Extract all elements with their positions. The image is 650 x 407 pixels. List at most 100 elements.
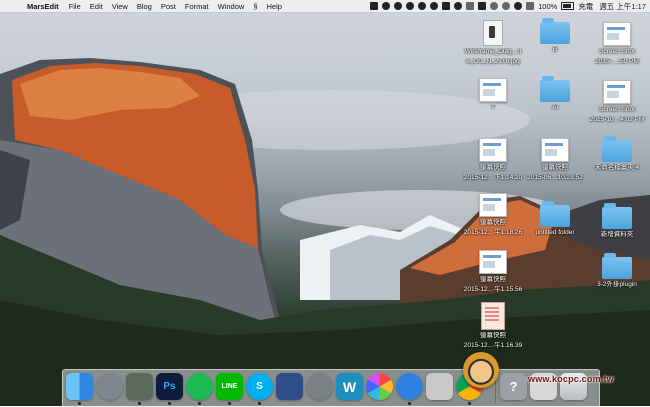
menu-blog[interactable]: Blog <box>137 2 152 11</box>
dock-line-icon[interactable]: LINE <box>216 373 243 400</box>
desktop-icon-shot-4[interactable]: 螢幕快照 2015-12…午1.15.56 <box>462 250 524 294</box>
desktop-icon-folder-ai[interactable]: Ai <box>524 76 586 112</box>
desktop-icon-label: e_CC_N_2.0.6.jpg <box>466 58 520 65</box>
menu-clock[interactable]: 週五 上午1:17 <box>599 1 646 12</box>
dock-photoshop-icon[interactable]: Ps <box>156 373 183 400</box>
menu-post[interactable]: Post <box>161 2 176 11</box>
desktop-icon-label: 2015-12…午1.16.39 <box>463 342 523 349</box>
running-indicator <box>228 402 231 405</box>
running-indicator <box>198 402 201 405</box>
menu-format[interactable]: Format <box>185 2 209 11</box>
dock-wordpress-icon[interactable]: W <box>336 373 363 400</box>
desktop-icon-label: 2015-12…午1.18.26 <box>463 229 523 236</box>
desktop-icon-label: 螢幕快照 <box>542 164 568 171</box>
desktop-icon-wireframe[interactable]: Wireframe_Diag…lt e_CC_N_2.0.6.jpg <box>462 20 524 66</box>
document-icon <box>481 302 505 330</box>
desktop-icon-screenshot-a[interactable]: Screen Shot 2015-…:50 PM <box>586 22 648 66</box>
menu-edit[interactable]: Edit <box>90 2 103 11</box>
desktop-icon-shot-1[interactable]: 螢幕快照 2015-12…下1.14.20 <box>462 138 524 182</box>
script-menu-icon[interactable]: § <box>253 2 257 11</box>
watermark-mascot-icon <box>463 352 499 388</box>
app-menu-marsedit[interactable]: MarsEdit <box>27 2 59 11</box>
screenshot-thumbnail-icon <box>541 138 569 162</box>
folder-icon <box>540 18 570 44</box>
desktop-icon-untitled-folder[interactable]: untitled folder <box>524 201 586 237</box>
screenshot-thumbnail-icon <box>479 250 507 274</box>
desktop-icon-label: 2015-12…下1.14.20 <box>463 174 523 181</box>
desktop-icon-label: 2015-10…4.02 PM <box>589 116 645 123</box>
menu-help[interactable]: Help <box>267 2 282 11</box>
info-icon[interactable] <box>454 2 463 10</box>
screenshot-thumbnail-icon <box>479 193 507 217</box>
folder-icon <box>602 253 632 279</box>
desktop-icon-label: 螢幕快照 <box>480 219 506 226</box>
desktop-icon-label: T <box>491 104 495 111</box>
dock-spotify-icon[interactable] <box>186 373 213 400</box>
desktop-icon-label: 新增資料夾 <box>600 231 634 238</box>
skype-icon[interactable] <box>406 2 415 10</box>
dock-finder-icon[interactable] <box>66 373 93 400</box>
desktop-icon-label: 未命名檔案夾 4 <box>594 164 640 171</box>
camera-icon[interactable] <box>442 2 451 10</box>
running-indicator <box>468 402 471 405</box>
menu-view[interactable]: View <box>112 2 128 11</box>
desktop-icon-folder-plugin[interactable]: 3-2外掛plugin <box>586 253 648 289</box>
dock-photos-icon[interactable] <box>366 373 393 400</box>
airplay-icon[interactable] <box>478 2 487 10</box>
display-icon[interactable] <box>466 2 475 10</box>
desktop-icon-label: 2015-06…10.28.52 <box>527 174 583 181</box>
desktop-icon-label: 螢幕快照 <box>480 276 506 283</box>
desktop-icon-shot-3[interactable]: 螢幕快照 2015-12…午1.18.26 <box>462 193 524 237</box>
evernote-helper-icon[interactable] <box>382 2 391 10</box>
desktop-icon-label: Ai <box>552 104 558 111</box>
volume-icon[interactable] <box>526 2 535 10</box>
running-indicator <box>78 402 81 405</box>
timemachine-icon[interactable] <box>490 2 499 10</box>
dropbox-icon[interactable] <box>370 2 379 10</box>
watermark-text: www.kocpc.com.tw <box>528 374 614 384</box>
desktop-icon-folder-untitled-4[interactable]: 未命名檔案夾 4 <box>586 136 648 172</box>
desktop-icon-label: 螢幕快照 <box>480 164 506 171</box>
desktop-icon-label: 2015-12…午1.15.56 <box>463 286 523 293</box>
menu-window[interactable]: Window <box>218 2 245 11</box>
desktop-icon-label: Screen Shot <box>599 48 635 55</box>
dock-evernote-icon[interactable] <box>126 373 153 400</box>
dock-help-icon[interactable]: ? <box>500 373 527 400</box>
folder-icon <box>602 136 632 162</box>
screenshot-thumbnail-icon <box>479 138 507 162</box>
battery-icon[interactable] <box>561 2 575 10</box>
document-icon <box>483 20 503 46</box>
dock-keynote-icon[interactable] <box>276 373 303 400</box>
bluetooth-icon[interactable] <box>502 2 511 10</box>
dock-launchpad-icon[interactable] <box>96 373 123 400</box>
desktop-icon-shot-t[interactable]: T <box>462 78 524 112</box>
wifi-icon[interactable] <box>514 2 523 10</box>
desktop-icon-label: 螢幕快照 <box>480 332 506 339</box>
battery-percent[interactable]: 100% <box>538 2 557 11</box>
menu-bar: MarsEdit File Edit View Blog Post Format… <box>0 0 650 13</box>
desktop-icon-label: 2015-…:50 PM <box>595 58 639 65</box>
running-indicator <box>138 402 141 405</box>
desktop-icon-screenshot-b[interactable]: Screen Shot 2015-10…4.02 PM <box>586 80 648 124</box>
folder-icon <box>540 201 570 227</box>
desktop-icon-form-doc[interactable]: 螢幕快照 2015-12…午1.16.39 <box>462 302 524 350</box>
dock-skype-icon[interactable]: S <box>246 373 273 400</box>
dock-safari-icon[interactable] <box>396 373 423 400</box>
desktop-icon-label: 3-2外掛plugin <box>597 281 637 288</box>
running-indicator <box>408 402 411 405</box>
folder-icon <box>602 203 632 229</box>
desktop-icon-shot-2[interactable]: 螢幕快照 2015-06…10.28.52 <box>524 138 586 182</box>
status-tray: 100% 充電 週五 上午1:17 <box>370 0 646 12</box>
screenshot-thumbnail-icon <box>603 22 631 46</box>
desktop-icon-folder-b[interactable]: B <box>524 18 586 54</box>
menu-file[interactable]: File <box>69 2 81 11</box>
dock-rocket-app-icon[interactable] <box>426 373 453 400</box>
dock-system-preferences-icon[interactable] <box>306 373 333 400</box>
line-icon[interactable] <box>394 2 403 10</box>
desktop-icon-label: untitled folder <box>535 229 575 236</box>
eye-icon[interactable] <box>418 2 427 10</box>
cloud-icon[interactable] <box>430 2 439 10</box>
desktop-icon-new-folder[interactable]: 新增資料夾 <box>586 203 648 239</box>
screenshot-thumbnail-icon <box>603 80 631 104</box>
folder-icon <box>540 76 570 102</box>
